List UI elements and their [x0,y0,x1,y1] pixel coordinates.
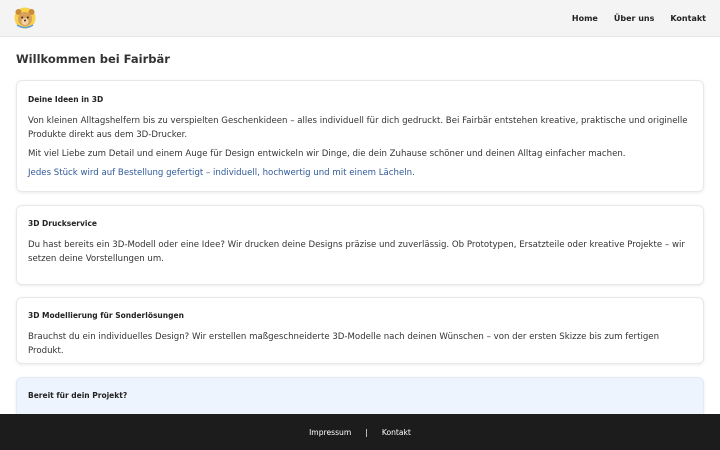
section-paragraph: Von kleinen Alltagshelfern bis zu verspi… [28,116,688,140]
footer-impressum-link[interactable]: Impressum [309,428,351,437]
nav-about-link[interactable]: Über uns [614,14,655,23]
section-title: Deine Ideen in 3D [28,95,104,104]
section-paragraph: Du hast bereits ein 3D-Modell oder eine … [28,240,685,264]
section-paragraph: Mit viel Liebe zum Detail und einem Auge… [28,149,626,159]
section-title: 3D Druckservice [28,219,97,228]
nav-home-link[interactable]: Home [572,14,598,23]
section-card-print-service: 3D Druckservice Du hast bereits ein 3D-M… [16,205,704,285]
bear-logo-icon[interactable] [14,7,36,29]
nav-contact-link[interactable]: Kontakt [670,14,706,23]
page-title: Willkommen bei Fairbär [16,52,170,66]
section-card-ideas: Deine Ideen in 3D Von kleinen Alltagshel… [16,80,704,192]
navbar: Home Über uns Kontakt [0,0,720,37]
main-nav: Home Über uns Kontakt [572,0,720,36]
footer-contact-link[interactable]: Kontakt [382,428,411,437]
footer-separator: | [365,427,368,437]
section-paragraph: Brauchst du ein individuelles Design? Wi… [28,332,660,356]
section-highlight-text: Jedes Stück wird auf Bestellung gefertig… [28,168,415,178]
section-title: Bereit für dein Projekt? [28,391,128,400]
footer: Impressum | Kontakt [0,414,720,450]
section-card-modelling: 3D Modellierung für Sonderlösungen Brauc… [16,297,704,364]
section-title: 3D Modellierung für Sonderlösungen [28,311,184,320]
